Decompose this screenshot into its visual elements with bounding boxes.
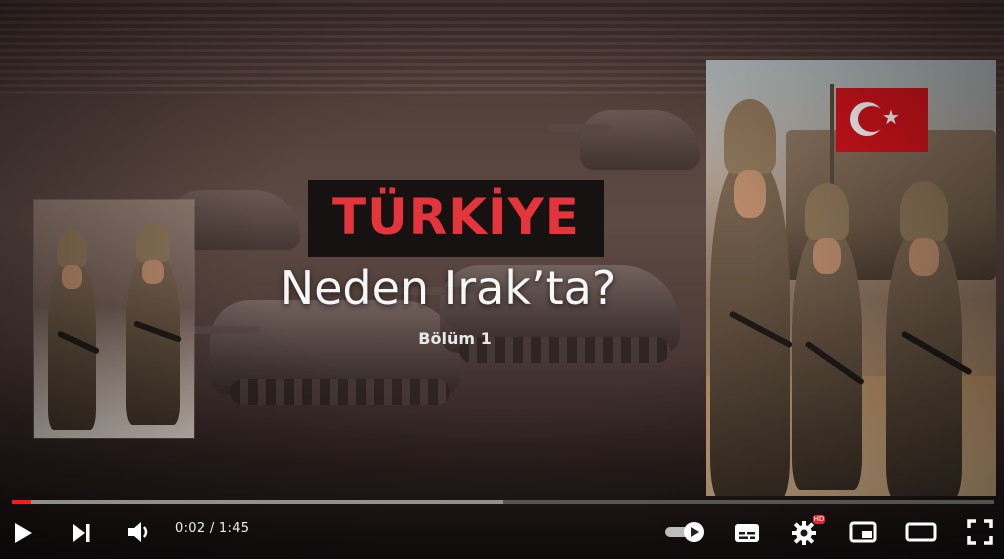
subtitles-icon bbox=[735, 524, 759, 542]
subtitles-button[interactable] bbox=[732, 521, 762, 545]
progress-bar[interactable] bbox=[12, 500, 994, 504]
miniplayer-icon bbox=[849, 521, 877, 543]
miniplayer-button[interactable] bbox=[848, 520, 878, 544]
fullscreen-icon bbox=[967, 519, 993, 545]
next-button[interactable] bbox=[68, 520, 94, 546]
theater-mode-button[interactable] bbox=[904, 520, 938, 544]
progress-played bbox=[12, 500, 31, 504]
progress-buffered bbox=[12, 500, 503, 504]
next-icon bbox=[73, 524, 90, 542]
autoplay-toggle-icon bbox=[665, 522, 704, 542]
fullscreen-button[interactable] bbox=[966, 519, 994, 545]
gear-icon bbox=[792, 521, 816, 545]
play-button[interactable] bbox=[10, 520, 36, 546]
settings-hd-badge: HD bbox=[813, 515, 825, 524]
theater-mode-icon bbox=[905, 522, 937, 542]
time-display: 0:02 / 1:45 bbox=[175, 521, 250, 536]
video-title-red: TÜRKİYE bbox=[332, 188, 580, 246]
volume-button[interactable] bbox=[125, 519, 155, 545]
play-icon bbox=[15, 523, 32, 543]
volume-icon bbox=[128, 522, 148, 542]
autoplay-toggle[interactable] bbox=[664, 521, 706, 543]
video-player[interactable]: ★ TÜRKİYE Neden Irak’ta? Bölüm 1 0: bbox=[0, 0, 1004, 559]
video-title-white: Neden Irak’ta? bbox=[279, 261, 617, 315]
video-subtitle: Bölüm 1 bbox=[418, 329, 492, 348]
